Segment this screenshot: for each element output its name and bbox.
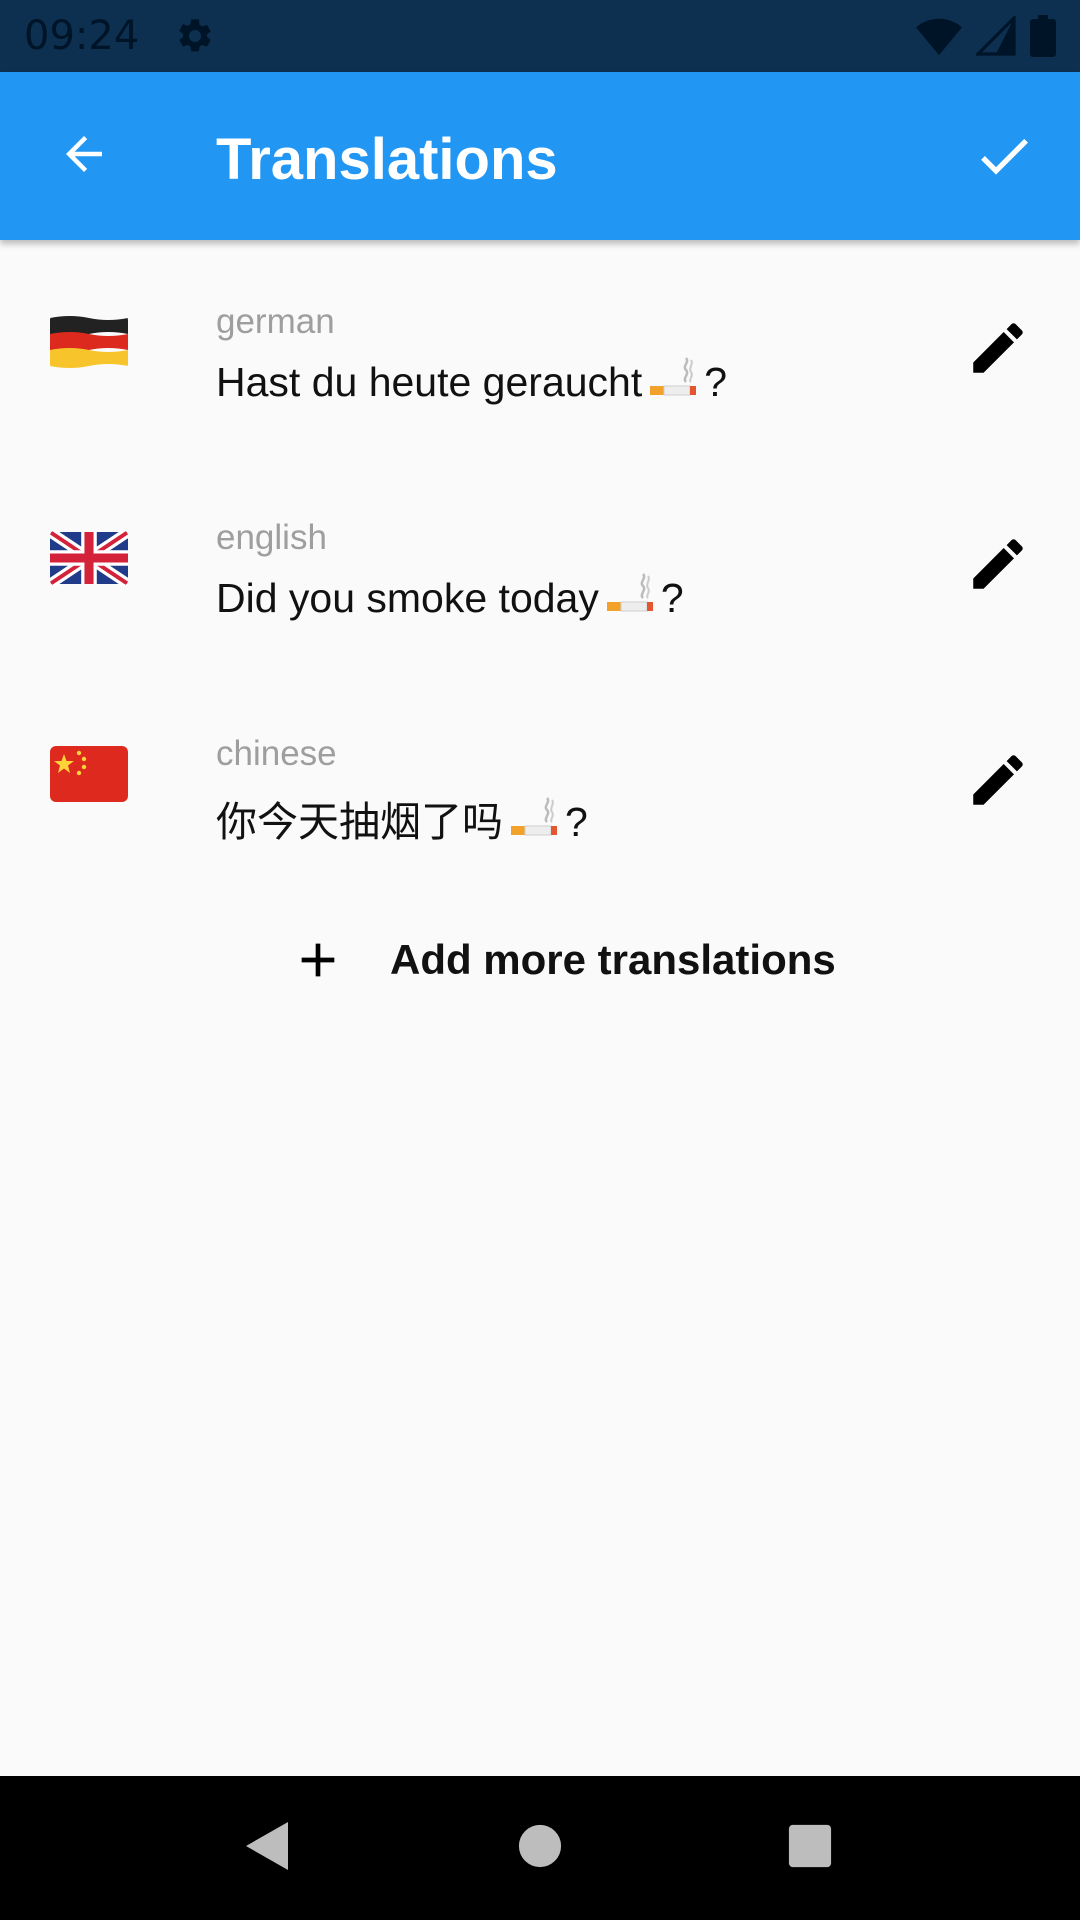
home-circle-icon: [517, 1823, 563, 1874]
page-title: Translations: [216, 127, 558, 192]
pencil-icon: [965, 315, 1031, 386]
confirm-button[interactable]: [956, 110, 1052, 206]
status-bar: 09:24: [0, 0, 1080, 72]
cigarette-icon: [648, 356, 698, 410]
germany-flag-icon: [50, 314, 128, 370]
battery-icon: [1030, 15, 1056, 57]
language-label: german: [216, 302, 335, 341]
translation-text-main: 你今天抽烟了吗: [216, 798, 503, 846]
translation-text-suffix: ?: [660, 575, 684, 621]
china-flag-icon: [50, 746, 128, 802]
pencil-icon: [965, 531, 1031, 602]
translation-row-english: english Did you smoke today?: [0, 456, 1080, 656]
app-bar: Translations: [0, 72, 1080, 240]
translation-text: Hast du heute geraucht?: [216, 356, 727, 410]
back-button[interactable]: [40, 118, 128, 194]
gear-icon: [175, 16, 215, 56]
translation-row-german: german Hast du heute geraucht?: [0, 240, 1080, 440]
plus-icon: [290, 932, 346, 988]
translation-text-suffix: ?: [704, 359, 728, 405]
cigarette-icon: [509, 796, 559, 850]
check-icon: [972, 124, 1036, 193]
translation-text-suffix: ?: [565, 799, 588, 845]
edit-button[interactable]: [956, 308, 1040, 392]
system-nav-bar: [0, 1776, 1080, 1920]
language-label: chinese: [216, 734, 337, 773]
arrow-left-icon: [57, 127, 111, 186]
add-more-label: Add more translations: [390, 936, 836, 983]
status-time: 09:24: [24, 13, 140, 59]
add-more-translations-button[interactable]: Add more translations: [290, 925, 836, 995]
translation-text-main: Hast du heute geraucht: [216, 359, 643, 405]
translation-row-chinese: chinese 你今天抽烟了吗?: [0, 672, 1080, 872]
translation-text: Did you smoke today?: [216, 572, 684, 626]
translation-text: 你今天抽烟了吗?: [216, 788, 588, 850]
edit-button[interactable]: [956, 524, 1040, 608]
signal-icon: [976, 16, 1016, 56]
edit-button[interactable]: [956, 740, 1040, 824]
recents-square-icon: [787, 1823, 833, 1874]
translation-text-main: Did you smoke today: [216, 575, 599, 621]
nav-recents-button[interactable]: [750, 1776, 870, 1920]
nav-back-button[interactable]: [208, 1776, 328, 1920]
language-label: english: [216, 518, 327, 557]
wifi-icon: [916, 16, 962, 56]
cigarette-icon: [605, 572, 655, 626]
nav-home-button[interactable]: [480, 1776, 600, 1920]
pencil-icon: [965, 747, 1031, 818]
uk-flag-icon: [50, 530, 128, 586]
back-triangle-icon: [244, 1820, 292, 1877]
